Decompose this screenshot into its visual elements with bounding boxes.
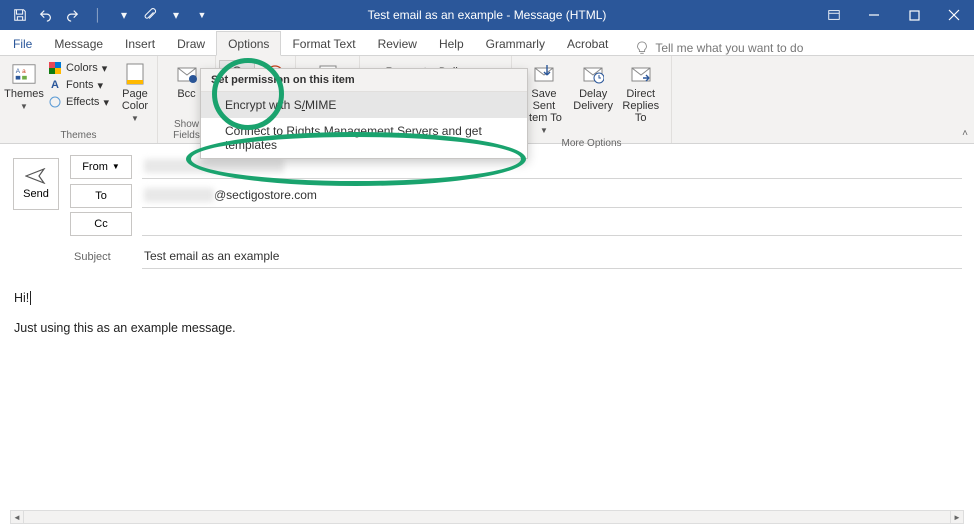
cc-label: Cc (94, 218, 107, 230)
group-more-options-label: More Options (518, 137, 665, 149)
lightbulb-icon (635, 41, 649, 55)
scroll-left-icon[interactable]: ◄ (10, 510, 24, 524)
dropdown-header: Set permission on this item (201, 69, 527, 92)
encrypt-dropdown: Set permission on this item Encrypt with… (200, 68, 528, 159)
effects-button[interactable]: Effects ▾ (44, 94, 113, 110)
chevron-down-icon: ▾ (98, 79, 104, 92)
direct-replies-icon (629, 62, 653, 86)
body-line-2: Just using this as an example message. (14, 321, 960, 335)
fonts-button[interactable]: A Fonts ▾ (44, 77, 113, 93)
tab-grammarly[interactable]: Grammarly (475, 32, 556, 55)
colors-button[interactable]: Colors ▾ (44, 60, 113, 76)
bcc-label: Bcc (177, 88, 195, 100)
from-label: From (82, 161, 108, 173)
group-more-options: Save Sent Item To ▼ Delay Delivery Direc… (512, 56, 672, 143)
themes-button[interactable]: Aa Themes ▼ (6, 60, 42, 113)
tab-insert[interactable]: Insert (114, 32, 166, 55)
to-value: @sectigostore.com (214, 188, 317, 202)
encrypt-smime-text-suffix: MIME (305, 98, 336, 112)
themes-icon: Aa (12, 62, 36, 86)
tab-acrobat[interactable]: Acrobat (556, 32, 619, 55)
svg-text:A: A (16, 68, 21, 75)
fonts-icon: A (48, 78, 62, 92)
save-icon[interactable] (8, 3, 32, 27)
close-icon[interactable] (934, 0, 974, 30)
send-icon (25, 168, 47, 184)
send-label: Send (23, 188, 49, 200)
body-line-1: Hi! (14, 291, 29, 305)
direct-replies-button[interactable]: Direct Replies To (616, 60, 665, 126)
chevron-down-icon: ▼ (20, 102, 28, 111)
chevron-down-icon: ▼ (112, 162, 120, 171)
minimize-icon[interactable] (854, 0, 894, 30)
qat-more-icon[interactable]: ▼ (190, 3, 214, 27)
window-controls (814, 0, 974, 30)
to-field[interactable]: xxxxxxxx@sectigostore.com (142, 183, 962, 208)
to-button[interactable]: To (70, 184, 132, 208)
window-title: Test email as an example - Message (HTML… (368, 8, 607, 22)
from-button[interactable]: From ▼ (70, 155, 132, 179)
delay-icon (581, 62, 605, 86)
qat-customize-icon[interactable]: ▾ (112, 3, 136, 27)
undo-icon[interactable] (34, 3, 58, 27)
delay-delivery-button[interactable]: Delay Delivery (572, 60, 615, 114)
colors-label: Colors (66, 62, 98, 74)
cc-button[interactable]: Cc (70, 212, 132, 236)
tell-me-label: Tell me what you want to do (655, 41, 803, 55)
delay-label: Delay Delivery (573, 88, 613, 112)
group-themes-label: Themes (6, 129, 151, 141)
ribbon-tabs: File Message Insert Draw Options Format … (0, 30, 974, 56)
save-sent-label: Save Sent Item To (522, 88, 566, 124)
tab-draw[interactable]: Draw (166, 32, 216, 55)
message-body[interactable]: Hi! Just using this as an example messag… (0, 275, 974, 367)
qat-divider: │ (86, 3, 110, 27)
attach-icon[interactable] (138, 3, 162, 27)
tab-message[interactable]: Message (43, 32, 114, 55)
titlebar: │ ▾ ▾ ▼ Test email as an example - Messa… (0, 0, 974, 30)
cc-field[interactable] (142, 212, 962, 236)
scroll-right-icon[interactable]: ► (950, 510, 964, 524)
tab-review[interactable]: Review (367, 32, 428, 55)
themes-label: Themes (4, 88, 44, 100)
scroll-track[interactable] (24, 510, 950, 524)
page-color-icon (123, 62, 147, 86)
chevron-down-icon: ▼ (131, 114, 139, 123)
colors-icon (48, 61, 62, 75)
subject-label: Subject (70, 251, 132, 263)
effects-icon (48, 95, 62, 109)
tell-me-search[interactable]: Tell me what you want to do (635, 41, 803, 55)
bcc-icon (175, 62, 199, 86)
to-label: To (95, 190, 107, 202)
save-sent-icon (532, 62, 556, 86)
tab-file[interactable]: File (2, 32, 43, 55)
fonts-label: Fonts (66, 79, 94, 91)
chevron-down-icon: ▼ (540, 126, 548, 135)
tab-format-text[interactable]: Format Text (281, 32, 366, 55)
send-button[interactable]: Send (13, 158, 59, 210)
horizontal-scrollbar[interactable]: ◄ ► (10, 510, 964, 524)
effects-label: Effects (66, 96, 99, 108)
ribbon-display-icon[interactable] (814, 0, 854, 30)
svg-text:a: a (22, 68, 26, 75)
tab-help[interactable]: Help (428, 32, 475, 55)
group-themes: Aa Themes ▼ Colors ▾ A Fonts ▾ Eff (0, 56, 158, 143)
page-color-button[interactable]: Page Color ▼ (115, 60, 155, 125)
compose-header: Send From ▼ xxxxxxxxxxxxxxx To xxxxxxxx@… (0, 144, 974, 275)
maximize-icon[interactable] (894, 0, 934, 30)
quick-access-toolbar: │ ▾ ▾ ▼ (0, 3, 214, 27)
collapse-ribbon-icon[interactable]: ˄ (962, 128, 968, 139)
redo-icon[interactable] (60, 3, 84, 27)
encrypt-smime-item[interactable]: Encrypt with S/MIME (201, 92, 527, 118)
rights-management-item[interactable]: Connect to Rights Management Servers and… (201, 118, 527, 158)
page-color-label: Page Color (119, 88, 151, 112)
chevron-down-icon: ▾ (103, 96, 109, 109)
chevron-down-icon: ▾ (102, 62, 108, 75)
qat-dropdown-icon[interactable]: ▾ (164, 3, 188, 27)
encrypt-smime-text-prefix: Encrypt with S (225, 98, 302, 112)
direct-replies-label: Direct Replies To (620, 88, 661, 124)
tab-options[interactable]: Options (216, 31, 281, 56)
subject-field[interactable]: Test email as an example (142, 244, 962, 269)
